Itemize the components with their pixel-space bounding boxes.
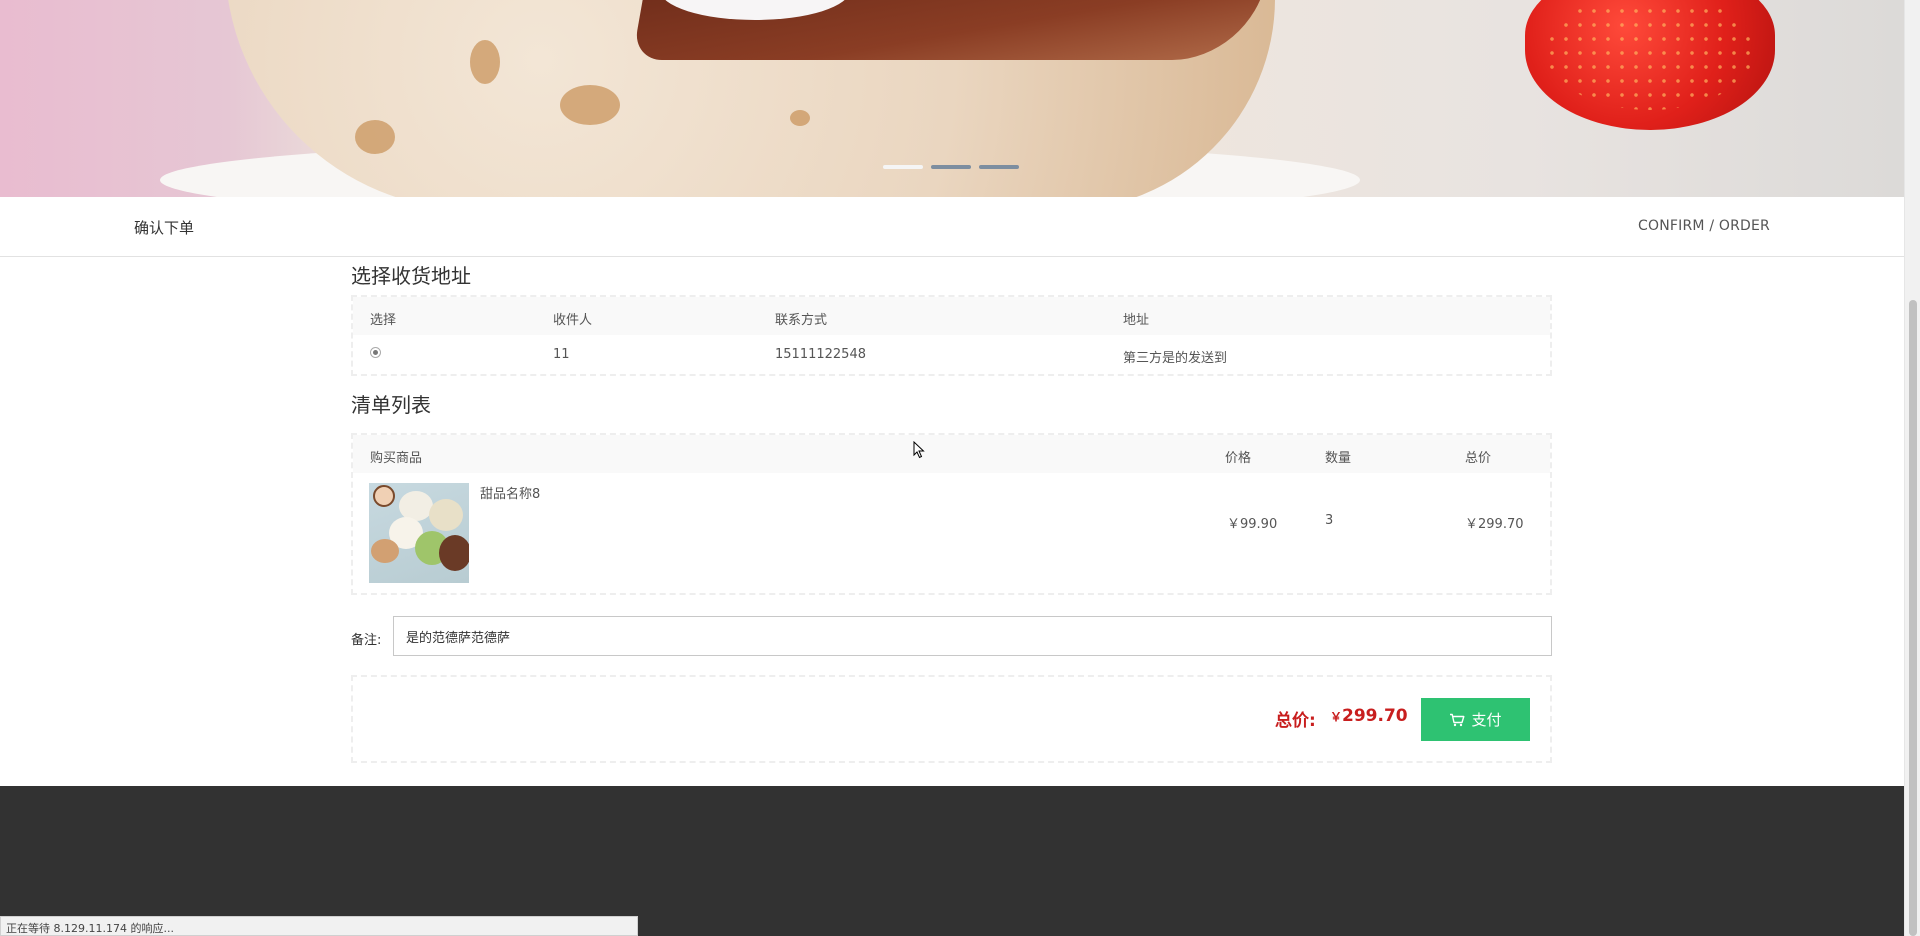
product-thumbnail[interactable]	[369, 483, 469, 583]
total-price-value: ￥299.70	[1330, 706, 1408, 726]
address-table-header: 选择 收件人 联系方式 地址	[353, 297, 1550, 335]
column-header-quantity: 数量	[1325, 451, 1352, 466]
product-quantity: 3	[1325, 513, 1334, 528]
column-header-select: 选择	[370, 313, 397, 328]
order-list-table: 购买商品 价格 数量 总价 甜品名称8 ￥99.90 3 ￥299.70	[351, 433, 1552, 595]
carousel-dots	[883, 165, 1019, 169]
recipient-address: 第三方是的发送到	[1123, 351, 1228, 366]
page-title: 确认下单	[134, 219, 195, 237]
table-row[interactable]: 11 15111122548 第三方是的发送到	[353, 335, 1550, 371]
column-header-address: 地址	[1123, 313, 1150, 328]
banner-crumb	[560, 85, 620, 125]
vertical-scrollbar[interactable]	[1904, 0, 1920, 936]
banner-crumb	[790, 110, 810, 126]
product-total: ￥299.70	[1465, 517, 1524, 532]
recipient-name: 11	[553, 347, 570, 362]
column-header-recipient: 收件人	[553, 313, 593, 328]
order-list-section-title: 清单列表	[351, 393, 431, 417]
mouse-cursor-icon	[913, 441, 925, 459]
product-price: ￥99.90	[1227, 517, 1278, 532]
pay-button-label: 支付	[1471, 711, 1502, 729]
total-amount: 299.70	[1342, 706, 1408, 726]
table-row: 甜品名称8 ￥99.90 3 ￥299.70	[353, 473, 1550, 583]
address-section-title: 选择收货地址	[351, 264, 471, 288]
column-header-product: 购买商品	[370, 451, 423, 466]
column-header-phone: 联系方式	[775, 313, 828, 328]
recipient-phone: 15111122548	[775, 347, 866, 362]
hero-banner	[0, 0, 1904, 197]
page-subtitle-en: CONFIRM / ORDER	[1638, 218, 1770, 234]
confirm-order-bar: 确认下单 CONFIRM / ORDER	[0, 197, 1904, 257]
order-list-header: 购买商品 价格 数量 总价	[353, 435, 1550, 473]
address-table: 选择 收件人 联系方式 地址 11 15111122548 第三方是的发送到	[351, 295, 1552, 376]
page-footer	[0, 786, 1904, 936]
banner-crumb	[470, 40, 500, 84]
scrollbar-thumb[interactable]	[1909, 300, 1917, 936]
address-select-radio[interactable]	[370, 347, 381, 358]
remark-input[interactable]	[393, 616, 1552, 656]
banner-crumb	[355, 120, 395, 154]
carousel-dot-1[interactable]	[883, 165, 923, 169]
column-header-total: 总价	[1465, 451, 1492, 466]
browser-status-bar: 正在等待 8.129.11.174 的响应...	[0, 916, 638, 936]
pay-button[interactable]: 支付	[1421, 698, 1530, 741]
mascot-icon	[373, 485, 395, 507]
cart-icon	[1450, 713, 1465, 726]
remark-label: 备注:	[351, 633, 382, 648]
carousel-dot-2[interactable]	[931, 165, 971, 169]
carousel-dot-3[interactable]	[979, 165, 1019, 169]
product-name[interactable]: 甜品名称8	[480, 483, 540, 502]
column-header-price: 价格	[1225, 451, 1252, 466]
total-price-label: 总价:	[1275, 711, 1316, 731]
currency-symbol: ￥	[1330, 710, 1343, 724]
